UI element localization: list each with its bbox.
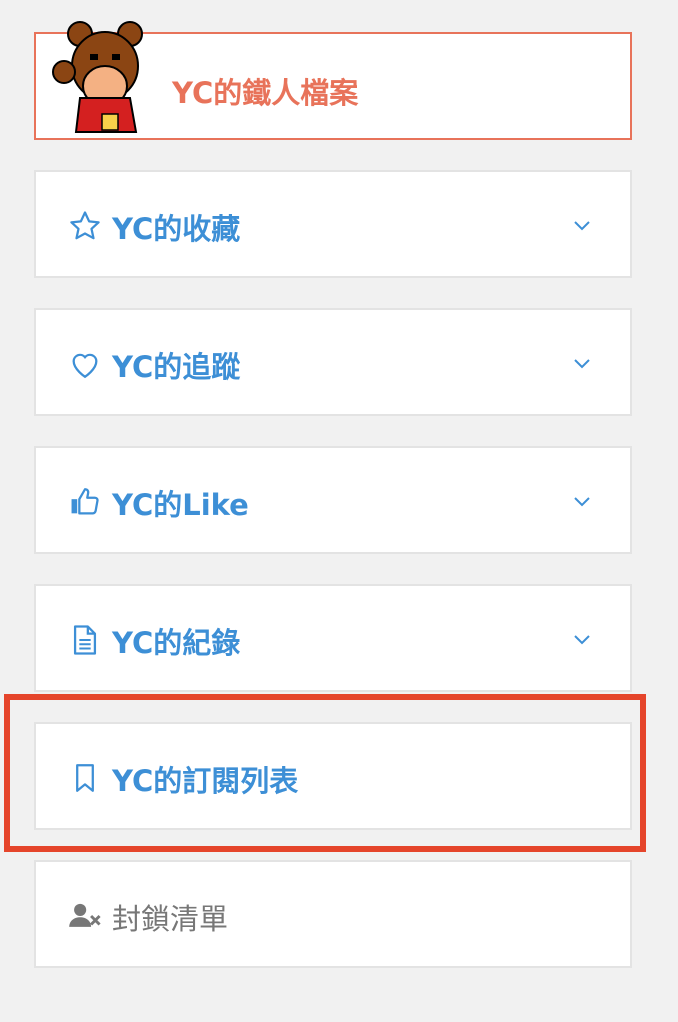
menu-item-label: YC的Like (112, 488, 249, 522)
bear-mascot-avatar (52, 21, 143, 133)
profile-card[interactable]: YC的鐵人檔案 (34, 21, 632, 140)
document-icon (73, 625, 97, 655)
chevron-down-icon[interactable] (572, 632, 592, 646)
chevron-down-icon[interactable] (572, 494, 592, 508)
menu-item-blocked-list[interactable]: 封鎖清單 (34, 860, 632, 968)
chevron-down-icon[interactable] (572, 356, 592, 370)
heart-icon (72, 353, 98, 379)
menu-item-label: YC的訂閱列表 (112, 764, 299, 798)
chevron-down-icon[interactable] (572, 218, 592, 232)
profile-title: YC的鐵人檔案 (172, 76, 359, 110)
menu-item-subscriptions[interactable]: YC的訂閱列表 (34, 722, 632, 830)
menu-item-favorites[interactable]: YC的收藏 (34, 170, 632, 278)
user-block-icon (69, 903, 101, 927)
menu-item-following[interactable]: YC的追蹤 (34, 308, 632, 416)
menu-item-label: 封鎖清單 (112, 902, 229, 936)
thumbs-up-icon (71, 488, 99, 515)
bookmark-icon (76, 764, 94, 792)
star-icon (70, 211, 100, 240)
menu-item-likes[interactable]: YC的Like (34, 446, 632, 554)
menu-item-label: YC的追蹤 (112, 350, 241, 384)
menu-item-records[interactable]: YC的紀錄 (34, 584, 632, 692)
menu-item-label: YC的收藏 (112, 212, 241, 246)
menu-item-label: YC的紀錄 (112, 626, 241, 660)
